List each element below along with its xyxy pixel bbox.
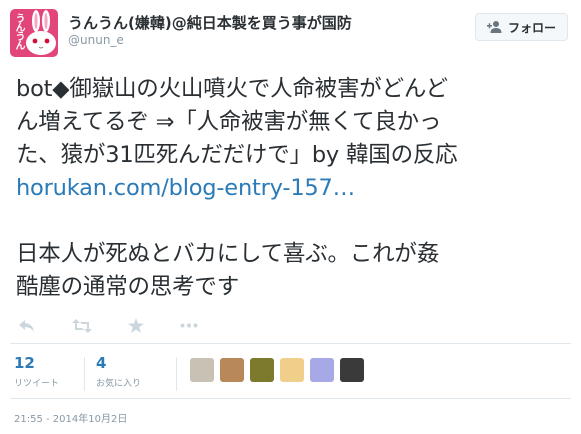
follow-button[interactable]: フォロー	[475, 13, 568, 41]
favoriter-avatar-1[interactable]	[190, 358, 214, 382]
follow-label: フォロー	[507, 20, 556, 35]
favorite-count: 4	[96, 354, 107, 372]
divider	[10, 398, 571, 399]
tweet-line: 日本人が死ぬとバカにして喜ぶ。これが姦	[16, 241, 440, 267]
star-icon[interactable]	[128, 318, 144, 333]
favorite-label: お気に入り	[96, 379, 142, 389]
tweet-actions	[18, 318, 234, 333]
divider	[176, 357, 177, 391]
tweet-line: bot◆御嶽山の火山噴火で人命被害がどんど	[16, 76, 448, 102]
tweet-text: bot◆御嶽山の火山噴火で人命被害がどんど ん増えてるぞ ⇒「人命被害が無くて良…	[16, 73, 576, 304]
favoriter-avatar-3[interactable]	[250, 358, 274, 382]
timestamp[interactable]: 21:55 - 2014年10月2日	[14, 410, 127, 425]
tweet-line: た、猿が31匹死んだだけで」by 韓国の反応	[16, 142, 458, 168]
tweet-line: 酷塵の通常の思考です	[16, 274, 240, 300]
retweet-stat[interactable]: 12 リツイート	[14, 354, 59, 389]
tweet-line: ん増えてるぞ ⇒「人命被害が無くて良かっ	[16, 109, 442, 135]
tweet-link[interactable]: horukan.com/blog-entry-157…	[16, 175, 355, 201]
display-name[interactable]: うんうん(嫌韓)@純日本製を買う事が国防	[68, 12, 352, 33]
divider	[10, 343, 571, 344]
favoriter-avatar-4[interactable]	[280, 358, 304, 382]
favoriter-avatar-6[interactable]	[340, 358, 364, 382]
divider	[84, 357, 85, 391]
rabbit-icon	[26, 10, 56, 55]
screen-name[interactable]: @unun_e	[68, 33, 124, 47]
avatar[interactable]: うんうん	[10, 9, 58, 57]
more-icon[interactable]	[180, 323, 198, 328]
favoriter-avatar-2[interactable]	[220, 358, 244, 382]
favorite-stat[interactable]: 4 お気に入り	[96, 354, 141, 389]
retweet-count: 12	[14, 354, 35, 372]
retweet-icon[interactable]	[72, 318, 92, 333]
favoriter-avatars	[190, 358, 370, 382]
reply-icon[interactable]	[18, 319, 36, 333]
add-user-icon	[486, 21, 502, 33]
favoriter-avatar-5[interactable]	[310, 358, 334, 382]
retweet-label: リツイート	[14, 379, 60, 389]
